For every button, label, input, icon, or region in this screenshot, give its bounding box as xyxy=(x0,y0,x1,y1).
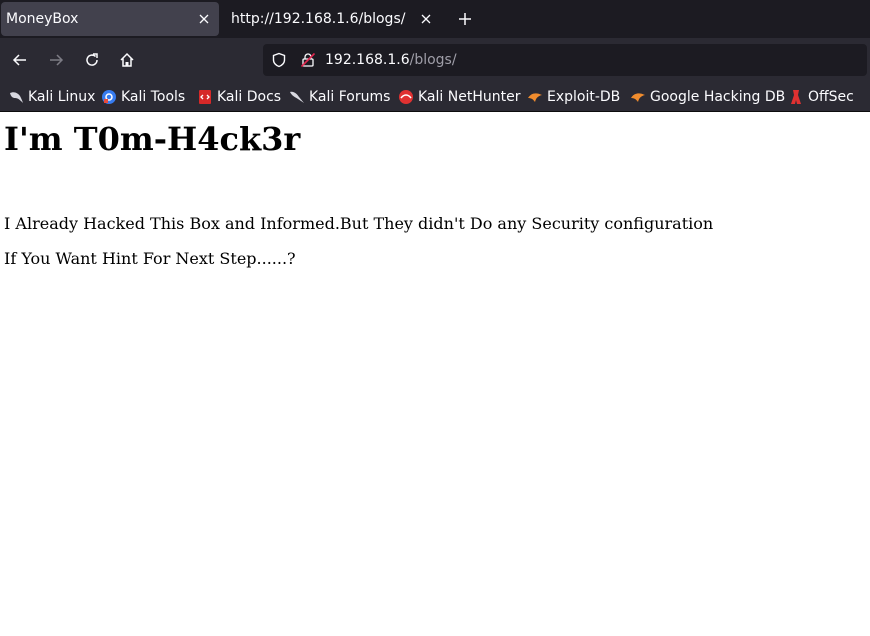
bookmark-kali-tools[interactable]: Kali Tools xyxy=(101,87,185,107)
navigation-toolbar: 192.168.1.6/blogs/ xyxy=(0,38,870,82)
insecure-lock-icon[interactable] xyxy=(299,51,317,69)
forward-button[interactable] xyxy=(42,46,70,74)
reload-icon xyxy=(86,53,98,66)
arrow-left-icon xyxy=(12,54,26,66)
kali-forums-icon xyxy=(289,89,305,105)
url-path: /blogs/ xyxy=(409,52,457,68)
home-icon xyxy=(120,52,134,67)
paragraph: If You Want Hint For Next Step......? xyxy=(4,249,296,268)
kali-dragon-icon xyxy=(8,89,24,105)
tab-blogs[interactable]: http://192.168.1.6/blogs/ xyxy=(219,2,441,36)
page-content: I'm T0m-H4ck3r I Already Hacked This Box… xyxy=(0,112,870,636)
offsec-icon xyxy=(788,89,804,105)
arrow-right-icon xyxy=(50,54,64,66)
bookmark-label: Kali Docs xyxy=(217,89,282,105)
home-button[interactable] xyxy=(113,46,141,74)
back-button[interactable] xyxy=(6,46,34,74)
bookmark-label: Kali Tools xyxy=(121,89,186,105)
bookmark-label: Kali Forums xyxy=(309,89,391,105)
bookmark-label: Kali NetHunter xyxy=(418,89,521,105)
nethunter-icon xyxy=(398,89,414,105)
bookmark-kali-forums[interactable]: Kali Forums xyxy=(289,87,390,107)
page-heading: I'm T0m-H4ck3r xyxy=(4,120,301,158)
paragraph: I Already Hacked This Box and Informed.B… xyxy=(4,214,714,233)
url-bar[interactable]: 192.168.1.6/blogs/ xyxy=(263,44,867,76)
tab-strip: MoneyBox http://192.168.1.6/blogs/ xyxy=(0,0,870,38)
reload-button[interactable] xyxy=(78,46,106,74)
exploit-db-icon xyxy=(527,89,543,105)
url-text[interactable]: 192.168.1.6/blogs/ xyxy=(325,51,457,69)
tab-title: http://192.168.1.6/blogs/ xyxy=(231,11,406,27)
bookmarks-toolbar: Kali Linux Kali Tools Kali Docs Kali For… xyxy=(0,82,870,112)
tab-title: MoneyBox xyxy=(6,11,79,27)
url-host: 192.168.1.6 xyxy=(325,52,410,68)
new-tab-button[interactable] xyxy=(452,7,478,31)
bookmark-label: Kali Linux xyxy=(28,89,96,105)
kali-docs-icon xyxy=(197,89,213,105)
bookmark-kali-docs[interactable]: Kali Docs xyxy=(197,87,281,107)
close-icon[interactable] xyxy=(415,8,437,30)
close-icon[interactable] xyxy=(193,8,215,30)
tab-moneybox[interactable]: MoneyBox xyxy=(1,2,219,36)
bookmark-kali-nethunter[interactable]: Kali NetHunter xyxy=(398,87,520,107)
bookmark-label: Google Hacking DB xyxy=(650,89,786,105)
ghdb-icon xyxy=(630,89,646,105)
browser-window: MoneyBox http://192.168.1.6/blogs/ 192.1… xyxy=(0,0,870,636)
bookmark-kali-linux[interactable]: Kali Linux xyxy=(8,87,95,107)
kali-tools-icon xyxy=(101,89,117,105)
shield-icon[interactable] xyxy=(270,51,288,69)
plus-icon xyxy=(459,13,471,25)
bookmark-google-hacking-db[interactable]: Google Hacking DB xyxy=(630,87,785,107)
bookmark-offsec[interactable]: OffSec xyxy=(788,87,854,107)
bookmark-label: OffSec xyxy=(808,89,854,105)
bookmark-label: Exploit-DB xyxy=(547,89,621,105)
bookmark-exploit-db[interactable]: Exploit-DB xyxy=(527,87,620,107)
